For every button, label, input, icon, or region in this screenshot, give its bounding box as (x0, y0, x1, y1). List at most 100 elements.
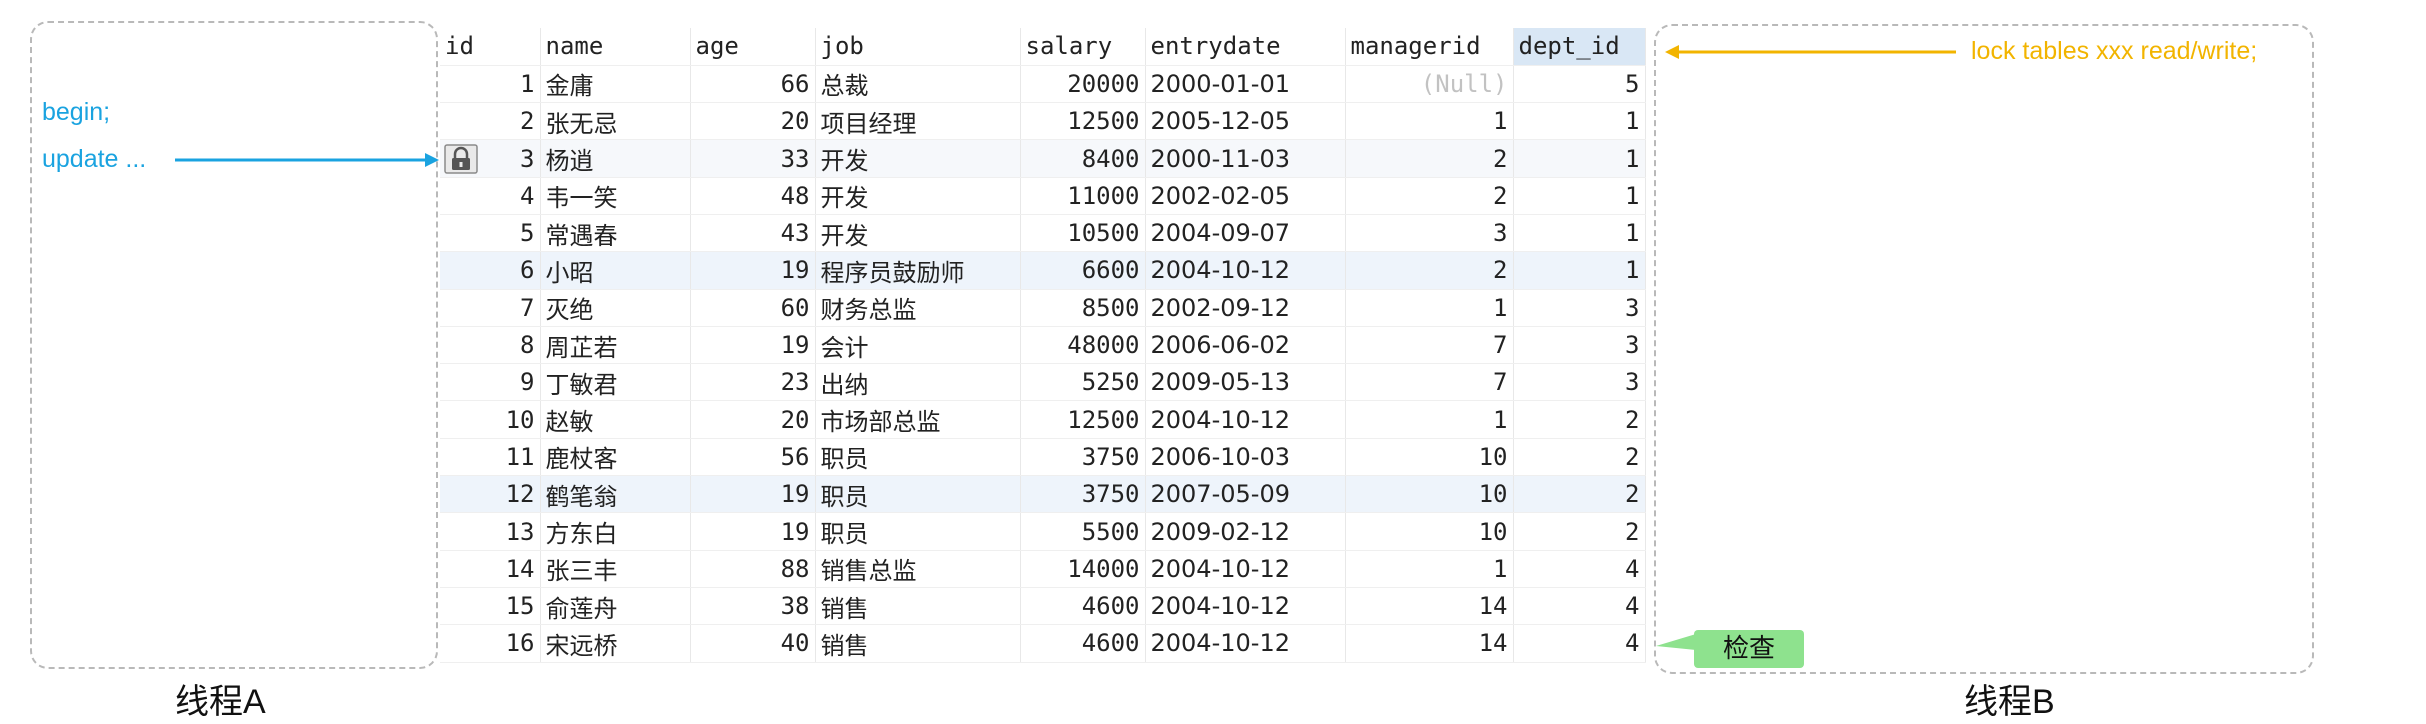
cell-managerid[interactable]: 10 (1345, 438, 1514, 477)
cell-entrydate[interactable]: 2007-05-09 (1145, 475, 1346, 514)
cell-job[interactable]: 职员 (815, 475, 1021, 514)
table-row[interactable]: 11 鹿杖客 56 职员 3750 2006-10-03 10 2 (440, 438, 1646, 477)
table-row[interactable]: 16 宋远桥 40 销售 4600 2004-10-12 14 4 (440, 624, 1646, 663)
cell-managerid[interactable]: 7 (1345, 363, 1514, 402)
cell-dept-id[interactable]: 3 (1513, 326, 1646, 365)
cell-job[interactable]: 销售 (815, 624, 1021, 663)
cell-salary[interactable]: 5500 (1020, 512, 1146, 551)
cell-salary[interactable]: 4600 (1020, 587, 1146, 626)
cell-id[interactable]: 13 (440, 512, 541, 551)
cell-job[interactable]: 出纳 (815, 363, 1021, 402)
cell-name[interactable]: 周芷若 (540, 326, 691, 365)
cell-salary[interactable]: 3750 (1020, 475, 1146, 514)
cell-salary[interactable]: 5250 (1020, 363, 1146, 402)
cell-entrydate[interactable]: 2004-10-12 (1145, 550, 1346, 588)
cell-salary[interactable]: 20000 (1020, 65, 1146, 104)
cell-name[interactable]: 常遇春 (540, 214, 691, 253)
cell-age[interactable]: 20 (690, 400, 816, 439)
cell-salary[interactable]: 14000 (1020, 550, 1146, 588)
table-row[interactable]: 9 丁敏君 23 出纳 5250 2009-05-13 7 3 (440, 363, 1646, 402)
cell-name[interactable]: 丁敏君 (540, 363, 691, 402)
cell-job[interactable]: 开发 (815, 214, 1021, 253)
cell-job[interactable]: 总裁 (815, 65, 1021, 104)
cell-job[interactable]: 项目经理 (815, 102, 1021, 141)
cell-dept-id[interactable]: 1 (1513, 177, 1646, 215)
table-row[interactable]: 2 张无忌 20 项目经理 12500 2005-12-05 1 1 (440, 102, 1646, 141)
cell-id[interactable]: 11 (440, 438, 541, 477)
table-row[interactable]: 8 周芷若 19 会计 48000 2006-06-02 7 3 (440, 326, 1646, 365)
cell-dept-id[interactable]: 1 (1513, 139, 1646, 178)
cell-entrydate[interactable]: 2004-09-07 (1145, 214, 1346, 253)
column-header-salary[interactable]: salary (1020, 28, 1146, 66)
cell-id[interactable]: 8 (440, 326, 541, 365)
cell-entrydate[interactable]: 2009-02-12 (1145, 512, 1346, 551)
cell-salary[interactable]: 3750 (1020, 438, 1146, 477)
cell-job[interactable]: 销售 (815, 587, 1021, 626)
cell-age[interactable]: 88 (690, 550, 816, 588)
cell-age[interactable]: 56 (690, 438, 816, 477)
cell-name[interactable]: 张无忌 (540, 102, 691, 141)
cell-entrydate[interactable]: 2005-12-05 (1145, 102, 1346, 141)
cell-age[interactable]: 40 (690, 624, 816, 663)
column-header-job[interactable]: job (815, 28, 1021, 66)
cell-managerid[interactable]: 3 (1345, 214, 1514, 253)
cell-managerid[interactable]: (Null) (1345, 65, 1514, 104)
cell-name[interactable]: 鹿杖客 (540, 438, 691, 477)
cell-salary[interactable]: 11000 (1020, 177, 1146, 215)
cell-id[interactable]: 9 (440, 363, 541, 402)
cell-job[interactable]: 职员 (815, 438, 1021, 477)
cell-dept-id[interactable]: 4 (1513, 550, 1646, 588)
cell-managerid[interactable]: 14 (1345, 624, 1514, 663)
cell-name[interactable]: 杨逍 (540, 139, 691, 178)
cell-age[interactable]: 19 (690, 326, 816, 365)
cell-dept-id[interactable]: 2 (1513, 400, 1646, 439)
cell-dept-id[interactable]: 1 (1513, 214, 1646, 253)
cell-name[interactable]: 小昭 (540, 251, 691, 290)
column-header-entrydate[interactable]: entrydate (1145, 28, 1346, 66)
cell-job[interactable]: 程序员鼓励师 (815, 251, 1021, 290)
table-row[interactable]: 14 张三丰 88 销售总监 14000 2004-10-12 1 4 (440, 550, 1646, 588)
cell-entrydate[interactable]: 2002-02-05 (1145, 177, 1346, 215)
cell-age[interactable]: 20 (690, 102, 816, 141)
cell-name[interactable]: 俞莲舟 (540, 587, 691, 626)
cell-job[interactable]: 销售总监 (815, 550, 1021, 588)
cell-salary[interactable]: 10500 (1020, 214, 1146, 253)
cell-dept-id[interactable]: 2 (1513, 438, 1646, 477)
cell-salary[interactable]: 12500 (1020, 400, 1146, 439)
cell-job[interactable]: 市场部总监 (815, 400, 1021, 439)
cell-job[interactable]: 开发 (815, 139, 1021, 178)
cell-age[interactable]: 19 (690, 512, 816, 551)
table-row[interactable]: 7 灭绝 60 财务总监 8500 2002-09-12 1 3 (440, 289, 1646, 327)
cell-entrydate[interactable]: 2004-10-12 (1145, 251, 1346, 290)
cell-managerid[interactable]: 10 (1345, 512, 1514, 551)
column-header-name[interactable]: name (540, 28, 691, 66)
cell-dept-id[interactable]: 4 (1513, 587, 1646, 626)
cell-name[interactable]: 赵敏 (540, 400, 691, 439)
cell-dept-id[interactable]: 2 (1513, 475, 1646, 514)
cell-age[interactable]: 23 (690, 363, 816, 402)
cell-dept-id[interactable]: 1 (1513, 251, 1646, 290)
cell-job[interactable]: 职员 (815, 512, 1021, 551)
cell-salary[interactable]: 6600 (1020, 251, 1146, 290)
cell-age[interactable]: 19 (690, 251, 816, 290)
cell-name[interactable]: 金庸 (540, 65, 691, 104)
cell-managerid[interactable]: 10 (1345, 475, 1514, 514)
column-header-managerid[interactable]: managerid (1345, 28, 1514, 66)
cell-managerid[interactable]: 1 (1345, 289, 1514, 327)
cell-name[interactable]: 张三丰 (540, 550, 691, 588)
cell-age[interactable]: 66 (690, 65, 816, 104)
cell-id[interactable]: 15 (440, 587, 541, 626)
cell-dept-id[interactable]: 5 (1513, 65, 1646, 104)
cell-id[interactable]: 14 (440, 550, 541, 588)
cell-entrydate[interactable]: 2009-05-13 (1145, 363, 1346, 402)
table-row[interactable]: 4 韦一笑 48 开发 11000 2002-02-05 2 1 (440, 177, 1646, 215)
table-row[interactable]: 3 杨逍 33 开发 8400 2000-11-03 2 1 (440, 139, 1646, 178)
cell-managerid[interactable]: 2 (1345, 139, 1514, 178)
cell-id[interactable]: 3 (440, 139, 541, 178)
cell-managerid[interactable]: 7 (1345, 326, 1514, 365)
cell-entrydate[interactable]: 2004-10-12 (1145, 624, 1346, 663)
cell-job[interactable]: 开发 (815, 177, 1021, 215)
cell-id[interactable]: 10 (440, 400, 541, 439)
column-header-id[interactable]: id (440, 28, 541, 66)
table-row[interactable]: 13 方东白 19 职员 5500 2009-02-12 10 2 (440, 512, 1646, 551)
